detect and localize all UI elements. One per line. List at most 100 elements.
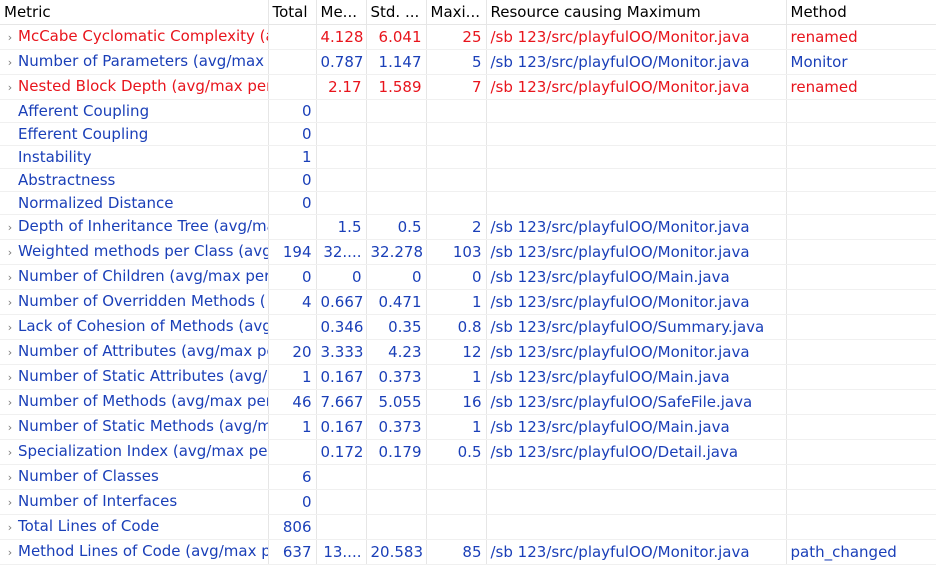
total-cell: 0 xyxy=(268,264,317,290)
maximum-cell: 0.8 xyxy=(426,314,487,340)
metric-cell[interactable]: › Method Lines of Code (avg/max p xyxy=(0,539,269,565)
chevron-right-icon[interactable]: › xyxy=(2,442,18,464)
mean-cell: 13.... xyxy=(316,539,367,565)
metric-cell[interactable]: › Number of Static Methods (avg/m xyxy=(0,414,269,440)
method-cell xyxy=(786,122,936,146)
maximum-cell xyxy=(426,489,487,515)
maximum-cell: 25 xyxy=(426,24,487,50)
chevron-right-icon[interactable]: › xyxy=(2,77,18,99)
metric-cell[interactable]: Efferent Coupling xyxy=(0,122,269,146)
maximum-cell: 1 xyxy=(426,289,487,315)
maximum-cell: 7 xyxy=(426,74,487,100)
chevron-right-icon[interactable]: › xyxy=(2,317,18,339)
total-cell: 1 xyxy=(268,145,317,169)
metric-cell[interactable]: › Number of Interfaces xyxy=(0,489,269,515)
mean-cell: 0.346 xyxy=(316,314,367,340)
table-row[interactable]: › Number of Methods (avg/max per 46 7.667 5.… xyxy=(0,389,936,415)
table-row[interactable]: › Number of Static Attributes (avg/1 0.167… xyxy=(0,364,936,390)
metric-cell[interactable]: › Number of Classes xyxy=(0,464,269,490)
method-cell: renamed xyxy=(786,74,936,100)
table-row[interactable]: › Method Lines of Code (avg/max p 637 13...… xyxy=(0,539,936,565)
chevron-right-icon[interactable]: › xyxy=(2,342,18,364)
table-row[interactable]: › McCabe Cyclomatic Complexity (a 4.128 6.0… xyxy=(0,24,936,50)
metric-cell[interactable]: › Number of Methods (avg/max per xyxy=(0,389,269,415)
resource-cell xyxy=(486,99,787,123)
column-header-std-dev[interactable]: Std. ... xyxy=(366,0,427,25)
chevron-right-icon[interactable]: › xyxy=(2,492,18,514)
method-cell xyxy=(786,464,936,490)
table-row[interactable]: Afferent Coupling 0 xyxy=(0,99,936,123)
column-header-total[interactable]: Total xyxy=(268,0,317,25)
metric-cell[interactable]: › Weighted methods per Class (avg xyxy=(0,239,269,265)
metric-cell[interactable]: › Lack of Cohesion of Methods (avg xyxy=(0,314,269,340)
chevron-right-icon[interactable]: › xyxy=(2,467,18,489)
total-cell: 1 xyxy=(268,414,317,440)
metric-cell[interactable]: › Number of Children (avg/max per xyxy=(0,264,269,290)
column-header-maximum[interactable]: Maxi... xyxy=(426,0,487,25)
table-row[interactable]: Abstractness 0 xyxy=(0,168,936,192)
table-row[interactable]: Normalized Distance 0 xyxy=(0,191,936,215)
method-cell xyxy=(786,264,936,290)
std-dev-cell: 1.147 xyxy=(366,49,427,75)
total-cell xyxy=(268,24,317,50)
std-dev-cell: 0 xyxy=(366,264,427,290)
chevron-right-icon[interactable]: › xyxy=(2,217,18,239)
metric-cell[interactable]: › Nested Block Depth (avg/max per xyxy=(0,74,269,100)
maximum-cell: 85 xyxy=(426,539,487,565)
std-dev-cell xyxy=(366,145,427,169)
table-row[interactable]: › Number of Attributes (avg/max pe 20 3.333… xyxy=(0,339,936,365)
metric-cell[interactable]: › Total Lines of Code xyxy=(0,514,269,540)
table-row[interactable]: › Number of Interfaces 0 xyxy=(0,489,936,515)
table-row[interactable]: Efferent Coupling 0 xyxy=(0,122,936,146)
chevron-right-icon[interactable]: › xyxy=(2,267,18,289)
method-cell xyxy=(786,145,936,169)
table-row[interactable]: › Number of Parameters (avg/max p 0.787 1.1… xyxy=(0,49,936,75)
metric-cell[interactable]: › Number of Attributes (avg/max pe xyxy=(0,339,269,365)
metric-cell[interactable]: › Number of Overridden Methods ( xyxy=(0,289,269,315)
metric-cell[interactable]: Instability xyxy=(0,145,269,169)
table-row[interactable]: › Number of Classes 6 xyxy=(0,464,936,490)
chevron-right-icon[interactable]: › xyxy=(2,417,18,439)
table-row[interactable]: Instability 1 xyxy=(0,145,936,169)
table-row[interactable]: › Lack of Cohesion of Methods (avg 0.346 0.… xyxy=(0,314,936,340)
table-row[interactable]: › Number of Children (avg/max per 0 0 0 0/sb … xyxy=(0,264,936,290)
column-header-method[interactable]: Method xyxy=(786,0,936,25)
metric-cell[interactable]: › Number of Static Attributes (avg/ xyxy=(0,364,269,390)
metric-cell[interactable]: › Number of Parameters (avg/max p xyxy=(0,49,269,75)
table-row[interactable]: › Weighted methods per Class (avg 194 32...… xyxy=(0,239,936,265)
mean-cell: 7.667 xyxy=(316,389,367,415)
metric-cell[interactable]: › Specialization Index (avg/max per xyxy=(0,439,269,465)
resource-cell xyxy=(486,122,787,146)
resource-cell: /sb 123/src/playfulOO/Main.java xyxy=(486,414,787,440)
metric-cell[interactable]: › McCabe Cyclomatic Complexity (a xyxy=(0,24,269,50)
method-cell xyxy=(786,514,936,540)
resource-cell: /sb 123/src/playfulOO/Monitor.java xyxy=(486,74,787,100)
table-row[interactable]: › Nested Block Depth (avg/max per 2.17 1.58… xyxy=(0,74,936,100)
chevron-right-icon[interactable]: › xyxy=(2,27,18,49)
metric-cell[interactable]: Afferent Coupling xyxy=(0,99,269,123)
table-row[interactable]: › Number of Overridden Methods (4 0.667 0.4… xyxy=(0,289,936,315)
maximum-cell: 1 xyxy=(426,414,487,440)
column-header-resource[interactable]: Resource causing Maximum xyxy=(486,0,787,25)
chevron-right-icon[interactable]: › xyxy=(2,367,18,389)
metric-cell[interactable]: Abstractness xyxy=(0,168,269,192)
mean-cell: 0 xyxy=(316,264,367,290)
metric-cell[interactable]: › Depth of Inheritance Tree (avg/ma xyxy=(0,214,269,240)
column-header-mean[interactable]: Me... xyxy=(316,0,367,25)
table-row[interactable]: › Depth of Inheritance Tree (avg/ma 1.5 0.5… xyxy=(0,214,936,240)
chevron-right-icon[interactable]: › xyxy=(2,242,18,264)
chevron-right-icon[interactable]: › xyxy=(2,542,18,564)
chevron-right-icon[interactable]: › xyxy=(2,392,18,414)
table-row[interactable]: › Total Lines of Code 806 xyxy=(0,514,936,540)
chevron-right-icon[interactable]: › xyxy=(2,52,18,74)
chevron-right-icon[interactable]: › xyxy=(2,292,18,314)
chevron-right-icon[interactable]: › xyxy=(2,517,18,539)
metric-cell[interactable]: Normalized Distance xyxy=(0,191,269,215)
table-row[interactable]: › Number of Static Methods (avg/m 1 0.167 0.… xyxy=(0,414,936,440)
metric-label: Total Lines of Code xyxy=(18,517,160,535)
table-row[interactable]: › Specialization Index (avg/max per 0.172 0… xyxy=(0,439,936,465)
std-dev-cell: 0.5 xyxy=(366,214,427,240)
maximum-cell: 0.5 xyxy=(426,439,487,465)
column-header-metric[interactable]: Metric xyxy=(0,0,269,25)
mean-cell xyxy=(316,122,367,146)
